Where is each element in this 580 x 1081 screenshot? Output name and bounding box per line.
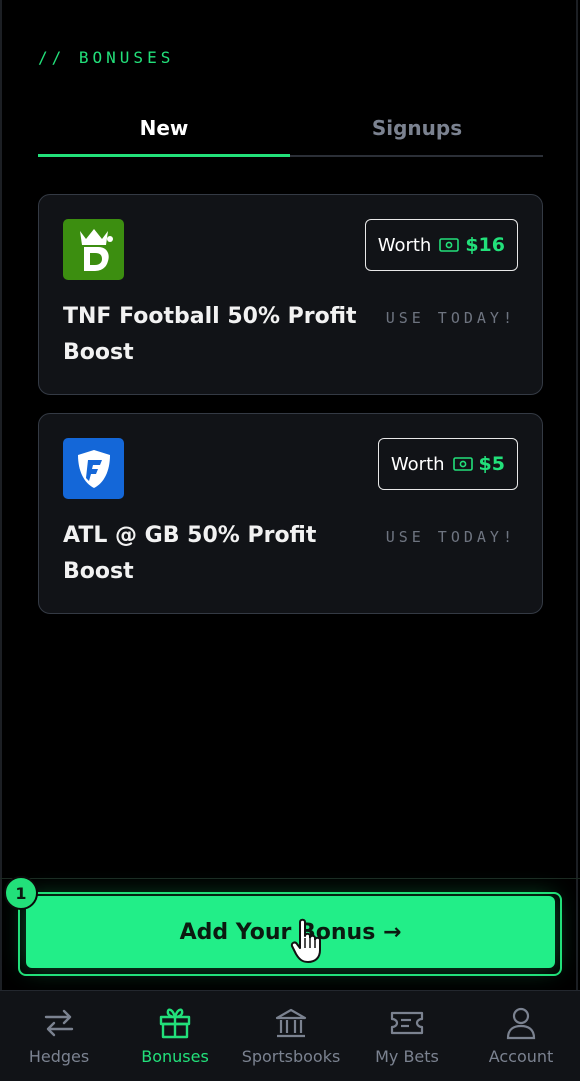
bank-icon: [274, 1005, 308, 1041]
nav-label: My Bets: [375, 1047, 439, 1066]
cash-icon: [439, 238, 460, 252]
worth-badge: Worth $5: [377, 438, 518, 490]
tab-active-indicator: [38, 154, 290, 157]
nav-label: Hedges: [28, 1047, 90, 1066]
bonus-tabs: New Signups: [38, 100, 543, 158]
cash-icon: [452, 457, 473, 471]
use-today-label: USE TODAY!: [385, 528, 516, 546]
bonus-title: TNF Football 50% Profit Boost: [63, 304, 357, 365]
worth-label: Worth: [390, 453, 445, 475]
nav-item-hedges[interactable]: Hedges: [1, 991, 117, 1081]
bonus-card[interactable]: Worth $5 ATL @ GB 50% Profit Boost USE T…: [38, 413, 543, 614]
nav-label: Sportsbooks: [241, 1047, 341, 1066]
bonus-title: ATL @ GB 50% Profit Boost: [63, 523, 317, 584]
worth-badge: Worth $16: [364, 219, 518, 271]
hand-cursor-icon: [290, 918, 326, 968]
tab-new[interactable]: New: [38, 100, 290, 156]
nav-item-bonuses[interactable]: Bonuses: [117, 991, 233, 1081]
bottom-nav: Hedges Bonuses Sportsbooks My Bets Accou…: [0, 990, 580, 1081]
worth-amount: $16: [465, 234, 505, 256]
nav-label: Bonuses: [141, 1047, 209, 1066]
nav-item-sportsbooks[interactable]: Sportsbooks: [233, 991, 349, 1081]
nav-item-account[interactable]: Account: [463, 991, 579, 1081]
nav-item-my-bets[interactable]: My Bets: [349, 991, 465, 1081]
bonus-card[interactable]: Worth $16 TNF Football 50% Profit Boost …: [38, 194, 543, 395]
step-badge: 1: [4, 876, 38, 910]
user-icon: [505, 1005, 537, 1041]
swap-arrows-icon: [42, 1005, 76, 1041]
worth-label: Worth: [377, 234, 432, 256]
draftkings-logo-icon: [63, 219, 124, 280]
nav-label: Account: [488, 1047, 554, 1066]
use-today-label: USE TODAY!: [385, 309, 516, 327]
worth-amount: $5: [478, 453, 505, 475]
fanduel-logo-icon: [63, 438, 124, 499]
gift-icon: [158, 1005, 192, 1041]
tab-signups[interactable]: Signups: [291, 100, 543, 156]
ticket-icon: [389, 1005, 425, 1041]
section-title: // BONUSES: [38, 48, 175, 67]
